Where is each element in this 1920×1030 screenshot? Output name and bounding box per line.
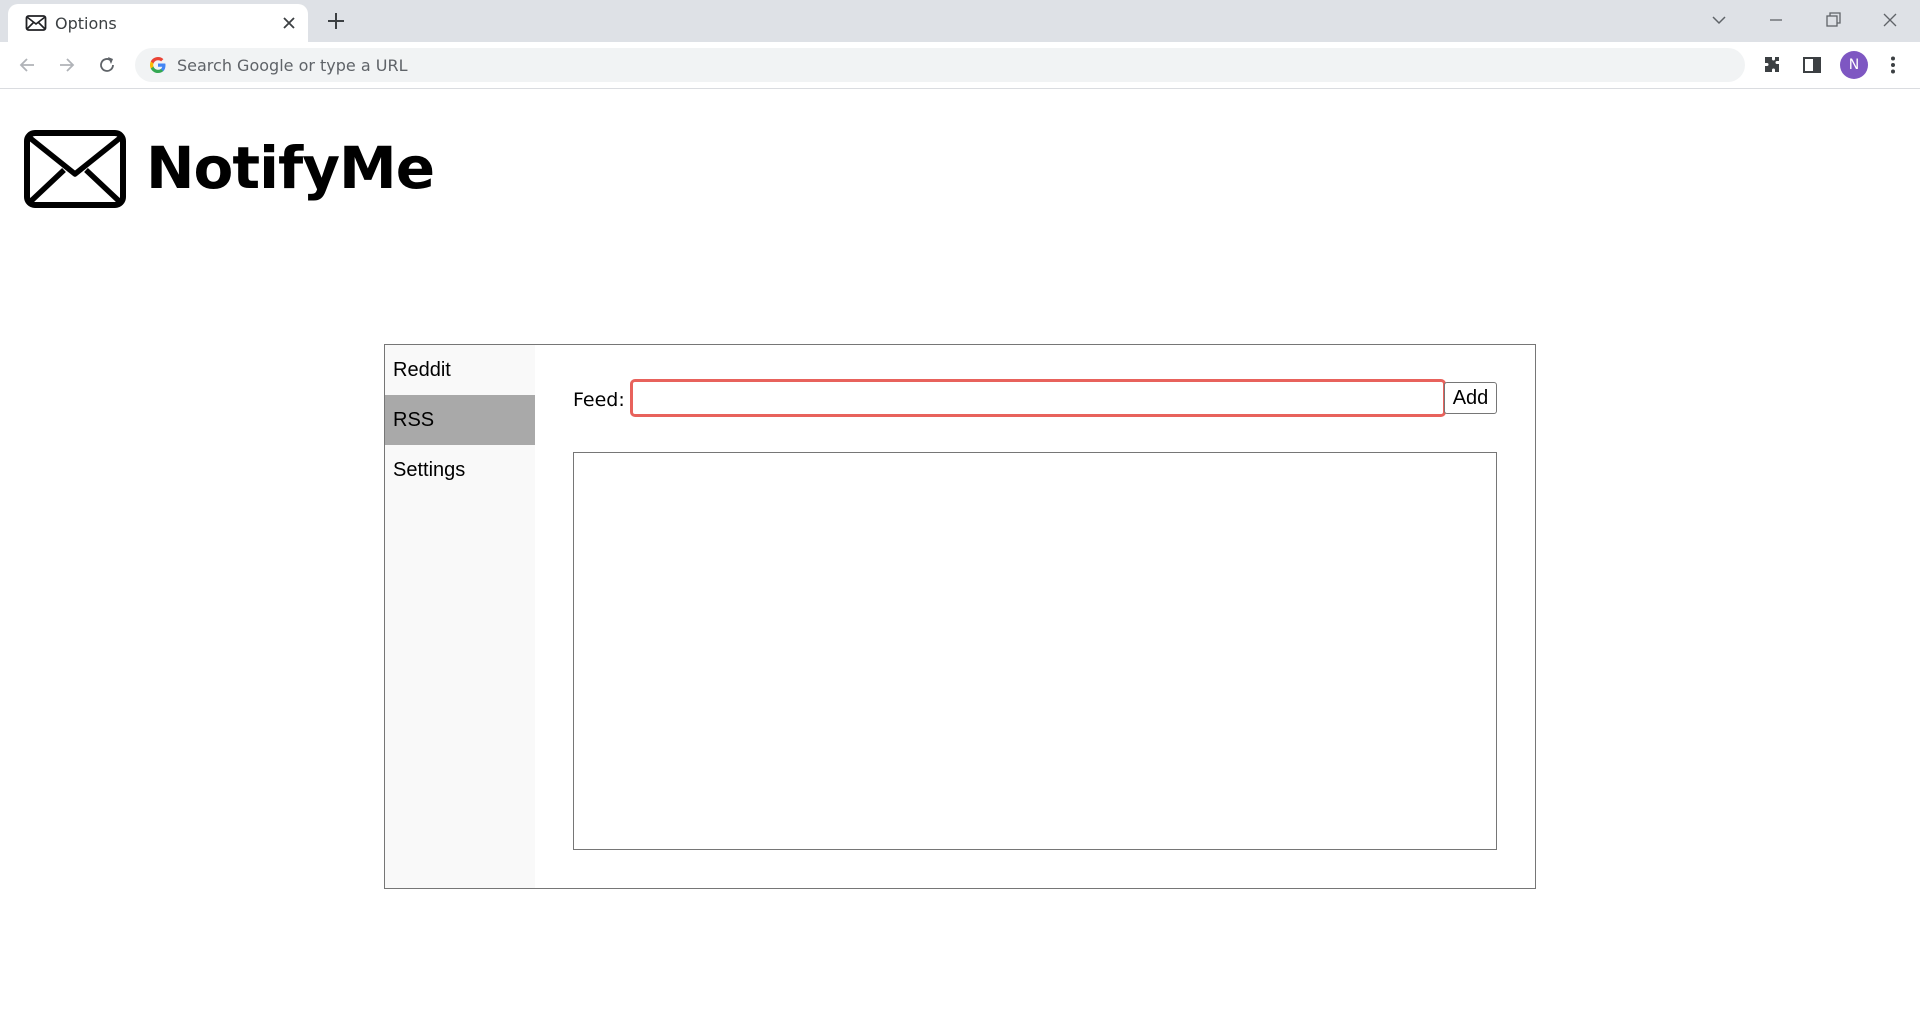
options-panel: Reddit RSS Settings Feed: Add bbox=[384, 344, 1536, 889]
add-feed-button[interactable]: Add bbox=[1444, 382, 1497, 414]
forward-icon[interactable] bbox=[56, 54, 78, 76]
sidebar-item-reddit[interactable]: Reddit bbox=[385, 345, 535, 395]
envelope-icon bbox=[25, 15, 47, 31]
address-bar-input[interactable] bbox=[177, 48, 1717, 82]
sidebar-item-label: Reddit bbox=[393, 359, 451, 381]
sidebar-item-settings[interactable]: Settings bbox=[385, 445, 535, 495]
reload-icon[interactable] bbox=[96, 54, 118, 76]
close-tab-icon[interactable] bbox=[282, 16, 296, 30]
sidebar: Reddit RSS Settings bbox=[385, 345, 535, 888]
more-menu-icon[interactable] bbox=[1882, 54, 1904, 76]
feed-input[interactable] bbox=[630, 379, 1446, 417]
app-title: NotifyMe bbox=[146, 134, 435, 202]
tab-search-icon[interactable] bbox=[1709, 10, 1729, 30]
restore-icon[interactable] bbox=[1823, 10, 1843, 30]
browser-tab[interactable]: Options bbox=[8, 4, 308, 42]
tab-title: Options bbox=[55, 14, 117, 33]
back-icon[interactable] bbox=[16, 54, 38, 76]
browser-toolbar: N bbox=[0, 42, 1920, 89]
new-tab-icon[interactable] bbox=[327, 12, 345, 30]
sidebar-item-label: Settings bbox=[393, 459, 466, 481]
feed-list[interactable] bbox=[573, 452, 1497, 850]
side-panel-icon[interactable] bbox=[1801, 54, 1823, 76]
close-window-icon[interactable] bbox=[1880, 10, 1900, 30]
sidebar-item-rss[interactable]: RSS bbox=[385, 395, 535, 445]
tab-strip: Options bbox=[0, 0, 1920, 42]
profile-avatar[interactable]: N bbox=[1840, 51, 1868, 79]
minimize-icon[interactable] bbox=[1766, 10, 1786, 30]
envelope-icon bbox=[24, 130, 126, 208]
omnibox bbox=[135, 48, 1745, 82]
google-icon bbox=[150, 57, 166, 73]
feed-label: Feed: bbox=[573, 389, 625, 411]
sidebar-item-label: RSS bbox=[393, 409, 435, 431]
extensions-icon[interactable] bbox=[1761, 54, 1783, 76]
